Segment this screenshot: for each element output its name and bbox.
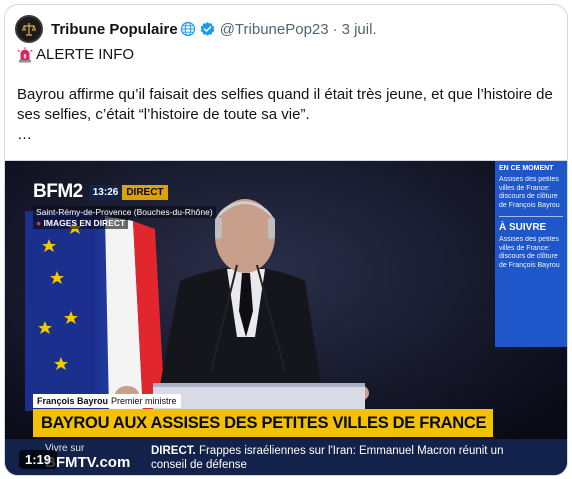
next-text: Assises des petites villes de France: di…	[499, 236, 560, 269]
live-label: ● IMAGES EN DIRECT	[33, 217, 129, 229]
author-handle[interactable]: @TribunePop23	[220, 21, 329, 38]
author-name[interactable]: Tribune Populaire	[51, 21, 178, 38]
eu-flag	[25, 211, 91, 411]
rotating-light-icon	[17, 47, 33, 63]
channel-logo: BFM2	[33, 181, 83, 202]
tweet-header: Tribune Populaire @TribunePop23 · 3 juil…	[15, 13, 377, 45]
avatar[interactable]	[15, 15, 43, 43]
tweet-ellipsis: …	[17, 126, 32, 143]
speaker-name: François Bayrou	[37, 396, 109, 406]
video-player[interactable]: BFM2 13:26 DIRECT Saint-Rémy-de-Provence…	[5, 160, 567, 475]
tweet-text: ALERTE INFO Bayrou affirme qu’il faisait…	[17, 45, 557, 145]
ticker-lead: DIRECT.	[151, 445, 196, 457]
speaker-role: Premier ministre	[111, 396, 177, 406]
speaker-caption: François Bayrou Premier ministre	[33, 394, 181, 408]
verified-badge-icon	[200, 21, 215, 36]
french-flag	[91, 216, 165, 411]
tweet-card[interactable]: Tribune Populaire @TribunePop23 · 3 juil…	[4, 4, 568, 476]
headline-banner: BAYROU AUX ASSISES DES PETITES VILLES DE…	[33, 409, 493, 437]
sidebar-divider	[499, 216, 563, 217]
program-sidebar: EN CE MOMENT Assises des petites villes …	[495, 161, 567, 347]
separator-dot: ·	[332, 20, 338, 38]
alert-line: ALERTE INFO	[17, 45, 557, 65]
now-title: EN CE MOMENT	[499, 165, 554, 172]
scales-of-justice-icon	[21, 23, 37, 36]
live-label-text: IMAGES EN DIRECT	[43, 218, 126, 228]
news-ticker: Vivre sur BFMTV.com DIRECT. Frappes isra…	[5, 439, 567, 475]
video-timestamp: 1:19	[19, 450, 58, 469]
ticker-text: Frappes israéliennes sur l'Iran: Emmanue…	[151, 445, 504, 471]
ticker-site-line2: BFMTV.com	[45, 454, 131, 471]
next-title: À SUIVRE	[499, 222, 547, 233]
now-text: Assises des petites villes de France: di…	[499, 176, 560, 209]
globe-icon	[180, 21, 195, 37]
record-dot-icon: ●	[36, 218, 44, 228]
tweet-body: Bayrou affirme qu’il faisait des selfies…	[17, 86, 553, 123]
ticker-news: DIRECT. Frappes israéliennes sur l'Iran:…	[151, 444, 511, 472]
channel-bug: BFM2 13:26 DIRECT	[33, 181, 168, 203]
clock-badge: 13:26	[88, 184, 123, 200]
alert-label: ALERTE INFO	[36, 46, 135, 63]
tweet-date[interactable]: 3 juil.	[342, 21, 377, 38]
direct-badge: DIRECT	[122, 184, 168, 200]
